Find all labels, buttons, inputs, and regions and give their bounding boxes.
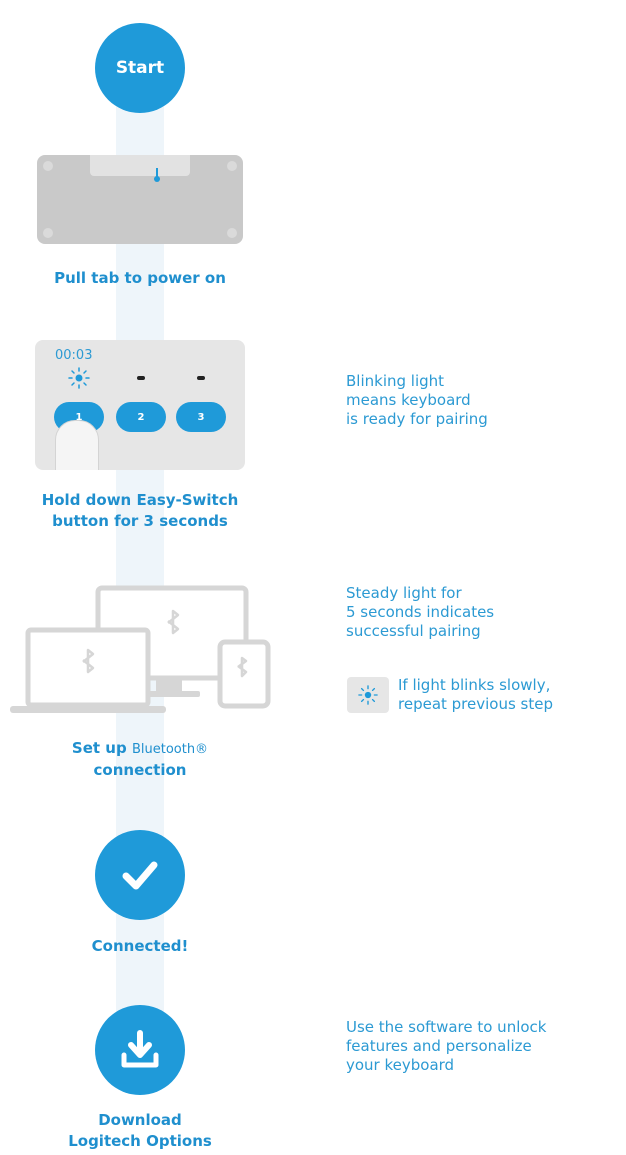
label-line: Download (98, 1111, 182, 1129)
blinking-light-icon (358, 685, 378, 705)
note-line: repeat previous step (398, 695, 554, 713)
note-line: your keyboard (346, 1056, 455, 1074)
finger-illustration (55, 420, 99, 470)
slow-blink-hint: If light blinks slowly, repeat previous … (398, 676, 553, 714)
download-circle[interactable] (95, 1005, 185, 1095)
note-line: If light blinks slowly, (398, 676, 551, 694)
download-icon (121, 1030, 159, 1068)
keyboard-foot (227, 228, 237, 238)
timer: 00:03 (55, 348, 93, 363)
label-line: Logitech Options (68, 1132, 212, 1150)
note-line: features and personalize (346, 1037, 532, 1055)
step-power-label: Pull tab to power on (54, 269, 226, 287)
slow-blink-indicator (347, 677, 389, 713)
devices-illustration (10, 585, 271, 713)
label-line: button for 3 seconds (52, 512, 228, 530)
note-line: means keyboard (346, 391, 471, 409)
note-line: Blinking light (346, 372, 445, 390)
note-line: successful pairing (346, 622, 481, 640)
note-line: is ready for pairing (346, 410, 488, 428)
step-easy-switch-label: Hold down Easy-Switch button for 3 secon… (10, 490, 270, 532)
status-light-off (197, 376, 205, 380)
easy-switch-button-2[interactable]: 2 (116, 402, 166, 432)
keyboard-foot (43, 228, 53, 238)
step-bluetooth-label: Set up Bluetooth® connection (30, 738, 250, 781)
keyboard-back-illustration (37, 155, 243, 244)
easy-switch-button-3[interactable]: 3 (176, 402, 226, 432)
label-line: Hold down Easy-Switch (41, 491, 239, 509)
note-line: Use the software to unlock (346, 1018, 547, 1036)
start-label: Start (115, 58, 165, 78)
software-note: Use the software to unlock features and … (346, 1018, 546, 1075)
note-line: 5 seconds indicates (346, 603, 495, 621)
checkmark-icon (122, 861, 158, 890)
keyboard-foot (43, 161, 53, 171)
keyboard-foot (227, 161, 237, 171)
step-download-label: Download Logitech Options (20, 1110, 260, 1152)
blinking-note: Blinking light means keyboard is ready f… (346, 372, 488, 429)
easy-switch-panel: 00:03 1 2 3 (35, 340, 245, 470)
button-label: 2 (137, 411, 145, 423)
label-bluetooth: Bluetooth® (131, 742, 209, 757)
label-bold: Set up (71, 739, 127, 757)
note-line: Steady light for (346, 584, 462, 602)
button-label: 3 (197, 411, 205, 423)
connected-circle (95, 830, 185, 920)
blinking-light-icon (68, 367, 90, 389)
steady-light-note: Steady light for 5 seconds indicates suc… (346, 584, 494, 641)
status-light-off (137, 376, 145, 380)
label-line: connection (93, 761, 187, 779)
pull-tab (90, 155, 190, 176)
step-connected-label: Connected! (91, 937, 189, 955)
start-circle: Start (95, 23, 185, 113)
power-led (154, 176, 160, 182)
